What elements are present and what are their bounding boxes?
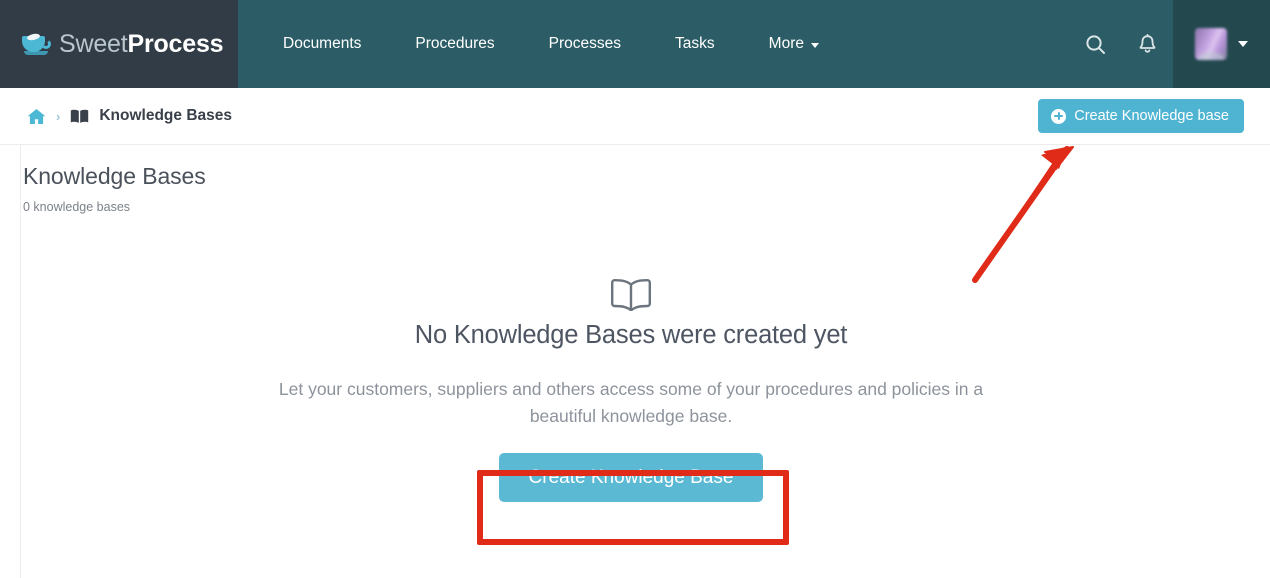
empty-state-title: No Knowledge Bases were created yet [414, 321, 848, 349]
nav-label-tasks: Tasks [675, 35, 715, 52]
nav-label-documents: Documents [283, 35, 362, 52]
app-root: SweetProcess Documents Procedures Proces… [0, 0, 1270, 578]
user-menu[interactable] [1173, 0, 1270, 88]
breadcrumb-separator: › [56, 108, 61, 124]
annotation-arrow [972, 146, 1074, 283]
breadcrumb-label: Knowledge Bases [99, 107, 232, 124]
create-knowledge-base-main-button[interactable]: Create Knowledge Base [498, 453, 764, 503]
nav-label-procedures: Procedures [415, 35, 495, 52]
home-icon[interactable] [27, 108, 46, 125]
brand-name-sweet: Sweet [59, 29, 128, 58]
breadcrumb: › Knowledge Bases [0, 107, 1038, 125]
nav-item-processes[interactable]: Processes [522, 0, 648, 88]
nav-item-tasks[interactable]: Tasks [648, 0, 742, 88]
avatar [1195, 28, 1227, 60]
brand-text: SweetProcess [59, 29, 224, 58]
brand-logo-link[interactable]: SweetProcess [22, 29, 224, 58]
create-knowledge-base-header-button[interactable]: Create Knowledge base [1038, 99, 1244, 133]
bell-icon[interactable] [1121, 0, 1173, 88]
brand-block: SweetProcess [0, 0, 238, 88]
empty-state: No Knowledge Bases were created yet Let … [0, 272, 1262, 503]
nav-links: Documents Procedures Processes Tasks Mor… [238, 0, 1069, 88]
plus-circle-icon [1051, 108, 1067, 124]
top-navigation-bar: SweetProcess Documents Procedures Proces… [0, 0, 1270, 88]
knowledge-base-count: 0 knowledge bases [23, 200, 131, 215]
book-icon [70, 109, 89, 124]
open-book-icon [0, 272, 1262, 316]
nav-item-documents[interactable]: Documents [256, 0, 388, 88]
nav-item-procedures[interactable]: Procedures [388, 0, 521, 88]
nav-item-more[interactable]: More [742, 0, 846, 88]
page-header: Knowledge Bases 0 knowledge bases [23, 163, 623, 214]
nav-label-processes: Processes [548, 35, 622, 52]
breadcrumb-bar: › Knowledge Bases Create Knowledge base [0, 88, 1270, 145]
coffee-cup-icon [22, 32, 52, 56]
search-icon[interactable] [1069, 0, 1121, 88]
chevron-down-icon [811, 42, 819, 48]
brand-name-process: Process [127, 29, 224, 58]
empty-state-description: Let your customers, suppliers and others… [278, 379, 984, 427]
page-title: Knowledge Bases [23, 163, 206, 189]
chevron-down-icon [1238, 41, 1248, 47]
nav-label-more: More [768, 35, 804, 52]
nav-right-actions [1069, 0, 1270, 88]
create-knowledge-base-header-label: Create Knowledge base [1074, 108, 1229, 124]
